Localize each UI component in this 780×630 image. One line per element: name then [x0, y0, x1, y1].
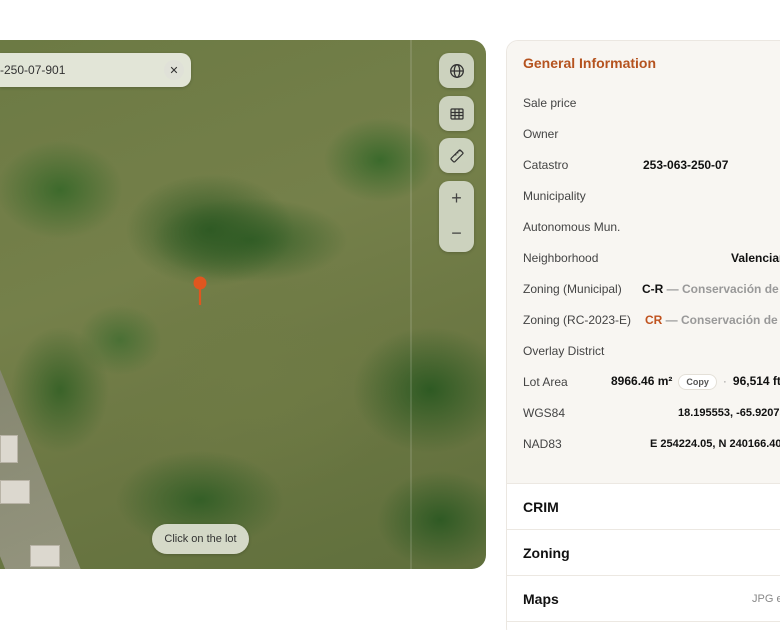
- satellite-map[interactable]: -250-07-901 ✕ + − Click on the lot: [0, 40, 486, 569]
- info-row-sale-price: Sale price: [523, 87, 780, 118]
- info-row-neighborhood: Neighborhood Valencian: [523, 242, 780, 273]
- section-title: Maps: [523, 590, 559, 607]
- page: -250-07-901 ✕ + − Click on the lot Gener…: [0, 0, 780, 630]
- info-row-autonomous: Autonomous Mun.: [523, 211, 780, 242]
- maps-export-label[interactable]: JPG ex: [752, 593, 780, 605]
- section-title: General Information: [523, 55, 657, 71]
- catastro-value[interactable]: 253-063-250-07: [643, 158, 728, 172]
- zoning-desc: — Conservación de R: [663, 281, 780, 296]
- layers-button[interactable]: [439, 96, 474, 131]
- row-label: Neighborhood: [523, 250, 599, 265]
- nad83-value[interactable]: E 254224.05, N 240166.40 m: [650, 438, 780, 450]
- search-input[interactable]: -250-07-901: [0, 63, 164, 77]
- info-row-nad83: NAD83 E 254224.05, N 240166.40 m: [523, 428, 780, 459]
- neighborhood-value: Valencian: [731, 250, 780, 265]
- copy-button[interactable]: Copy: [678, 373, 717, 390]
- zoning-code: C-R: [642, 281, 664, 296]
- zoning-code: CR: [645, 312, 663, 327]
- section-title: CRIM: [523, 498, 559, 515]
- row-label: Municipality: [523, 188, 586, 203]
- globe-button[interactable]: [439, 53, 474, 88]
- zoning-rc-value: CR — Conservación de R: [645, 313, 780, 327]
- row-label: NAD83: [523, 436, 562, 451]
- row-label: WGS84: [523, 405, 566, 420]
- building: [0, 480, 30, 504]
- zoning-desc: — Conservación de R: [662, 312, 780, 327]
- road: [0, 366, 97, 569]
- search-bar[interactable]: -250-07-901 ✕: [0, 53, 191, 87]
- separator: ·: [722, 373, 727, 388]
- row-label: Owner: [523, 126, 559, 141]
- info-row-zoning-municipal: Zoning (Municipal) C-R — Conservación de…: [523, 273, 780, 304]
- location-pin-icon: [193, 276, 207, 305]
- section-crim[interactable]: CRIM: [507, 484, 780, 530]
- ruler-icon: [449, 148, 464, 163]
- lot-area-ft2: 96,514 ft²: [732, 373, 780, 388]
- lot-area-value: 8966.46 m² Copy · 96,514 ft²: [611, 373, 780, 390]
- info-row-municipality: Municipality: [523, 180, 780, 211]
- info-row-lot-area: Lot Area 8966.46 m² Copy · 96,514 ft²: [523, 366, 780, 397]
- info-row-owner: Owner: [523, 118, 780, 149]
- info-panel: General Information Sale price Owner Cat…: [506, 40, 780, 630]
- map-hint: Click on the lot: [152, 524, 249, 554]
- building: [0, 435, 18, 463]
- zoom-control: + −: [439, 181, 474, 252]
- wgs84-value[interactable]: 18.195553, -65.920753: [678, 407, 780, 419]
- info-row-zoning-rc: Zoning (RC-2023-E) CR — Conservación de …: [523, 304, 780, 335]
- section-maps[interactable]: Maps JPG ex: [507, 576, 780, 622]
- section-title: Zoning: [523, 544, 570, 561]
- general-information-section: General Information Sale price Owner Cat…: [507, 41, 780, 484]
- info-row-wgs84: WGS84 18.195553, -65.920753: [523, 397, 780, 428]
- section-zoning[interactable]: Zoning: [507, 530, 780, 576]
- globe-icon: [449, 63, 464, 78]
- row-label: Sale price: [523, 95, 577, 110]
- row-label: Overlay District: [523, 343, 605, 358]
- close-icon[interactable]: ✕: [164, 60, 184, 80]
- zoom-out-button[interactable]: −: [439, 216, 474, 251]
- info-row-catastro: Catastro 253-063-250-07: [523, 149, 780, 180]
- info-row-overlay: Overlay District: [523, 335, 780, 366]
- zoning-municipal-value: C-R — Conservación de R: [642, 282, 780, 296]
- lot-area-m2: 8966.46 m²: [611, 373, 673, 388]
- row-label: Zoning (RC-2023-E): [523, 312, 632, 327]
- zoom-in-button[interactable]: +: [439, 181, 474, 216]
- row-label: Zoning (Municipal): [523, 281, 622, 296]
- map-tile-seam: [410, 40, 412, 569]
- row-label: Autonomous Mun.: [523, 219, 621, 234]
- measure-button[interactable]: [439, 138, 474, 173]
- building: [30, 545, 60, 567]
- row-label: Catastro: [523, 157, 569, 172]
- grid-layer-icon: [449, 107, 464, 120]
